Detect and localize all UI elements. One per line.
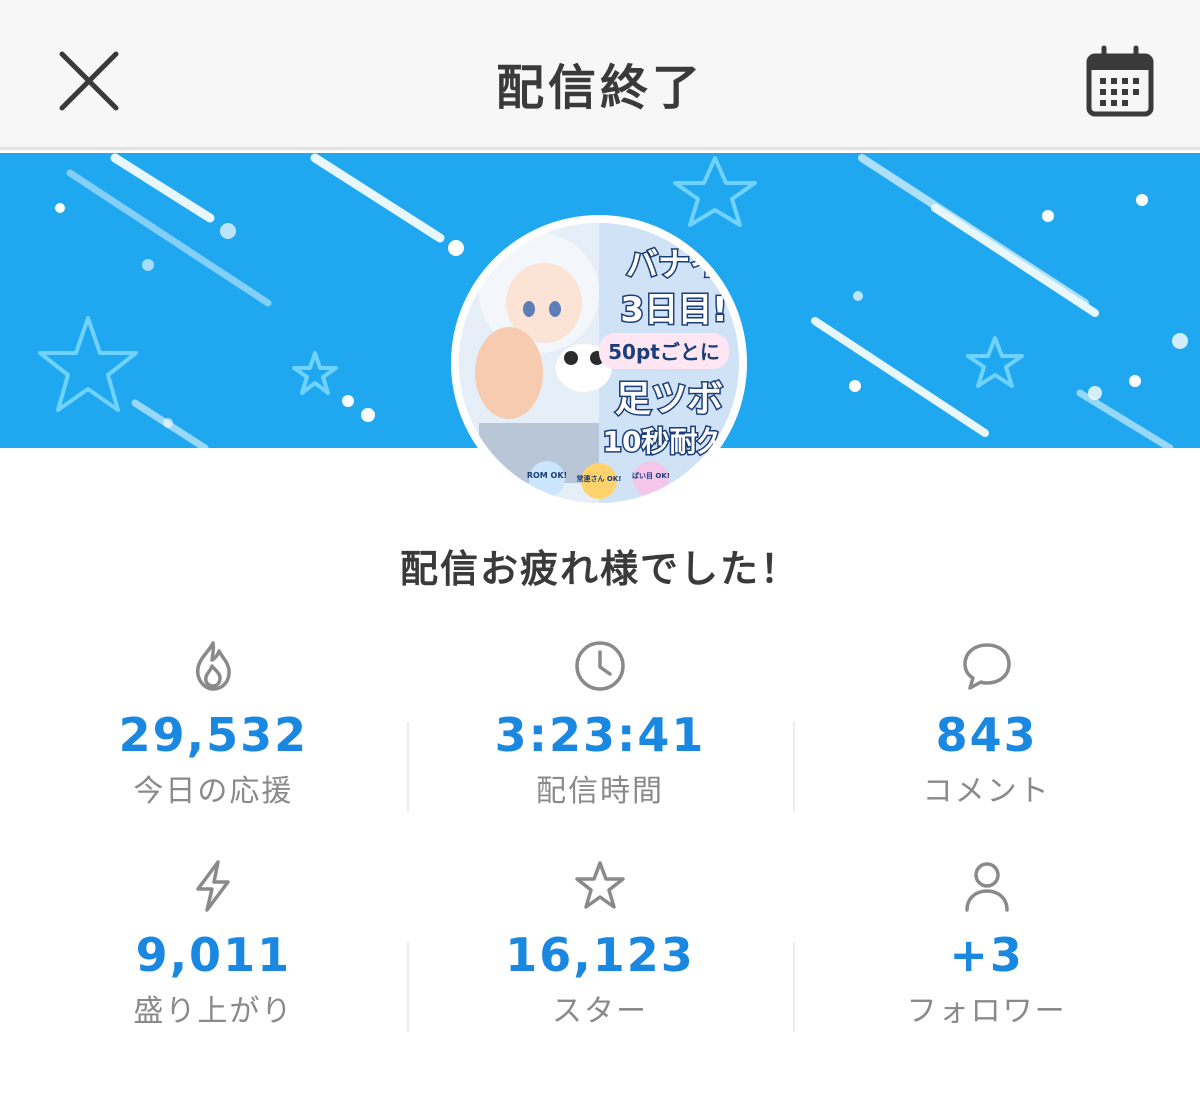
calendar-button[interactable] [1080,42,1160,122]
stat-stars: 16,123 スター [406,850,794,1070]
stat-duration: 3:23:41 配信時間 [406,630,794,850]
thumbnail-image: バナイ 3日目! 50ptごとに 足ツボ 10秒耐久 ROM OK! 常連さん … [459,223,739,503]
stat-comments-value: 843 [935,708,1038,762]
clock-icon [575,641,625,691]
calendar-icon [1086,45,1154,117]
stat-comments-label: コメント [922,774,1051,809]
stats-grid: 29,532 今日の応援 3:23:41 配信時間 843 コメント 9,011… [20,630,1180,1070]
star-icon [575,861,625,909]
thumb-badge-2: 常連さん OK! [576,474,621,483]
stats-row-2: 9,011 盛り上がり 16,123 スター +3 フォロワー [20,850,1180,1070]
stat-followers: +3 フォロワー [793,850,1180,1070]
page-title: 配信終了 [495,60,704,116]
thumb-text-5: 10秒耐久 [603,425,726,458]
flame-icon [196,641,232,691]
stat-stars-label: スター [552,994,648,1029]
stat-excitement-value: 9,011 [135,928,292,982]
stat-duration-label: 配信時間 [536,774,664,809]
thumb-text-2: 3日目! [620,290,727,330]
comment-icon [962,643,1011,690]
stat-followers-value: +3 [949,928,1024,982]
stats-row-1: 29,532 今日の応援 3:23:41 配信時間 843 コメント [20,630,1180,850]
stat-duration-value: 3:23:41 [494,708,706,762]
stream-thumbnail-avatar[interactable]: バナイ 3日目! 50ptごとに 足ツボ 10秒耐久 ROM OK! 常連さん … [451,215,747,511]
stat-excitement: 9,011 盛り上がり [20,850,407,1070]
stat-support-value: 29,532 [118,708,309,762]
thumb-badge-1: ROM OK! [527,471,567,480]
stat-excitement-label: 盛り上がり [133,994,294,1029]
thumb-text-4: 足ツボ [615,379,723,420]
top-app-bar: 配信終了 [0,0,1200,150]
stat-support: 29,532 今日の応援 [20,630,407,850]
stat-comments: 843 コメント [793,630,1180,850]
stat-stars-value: 16,123 [505,928,695,982]
person-icon [964,862,1009,912]
thumb-badge-3: ぱい目 OK! [632,471,670,480]
stat-support-label: 今日の応援 [133,774,294,809]
stat-followers-label: フォロワー [906,994,1067,1029]
greeting-message: 配信お疲れ様でした！ [399,547,800,591]
lightning-icon [196,860,231,912]
thumb-text-3: 50ptごとに [608,340,720,364]
